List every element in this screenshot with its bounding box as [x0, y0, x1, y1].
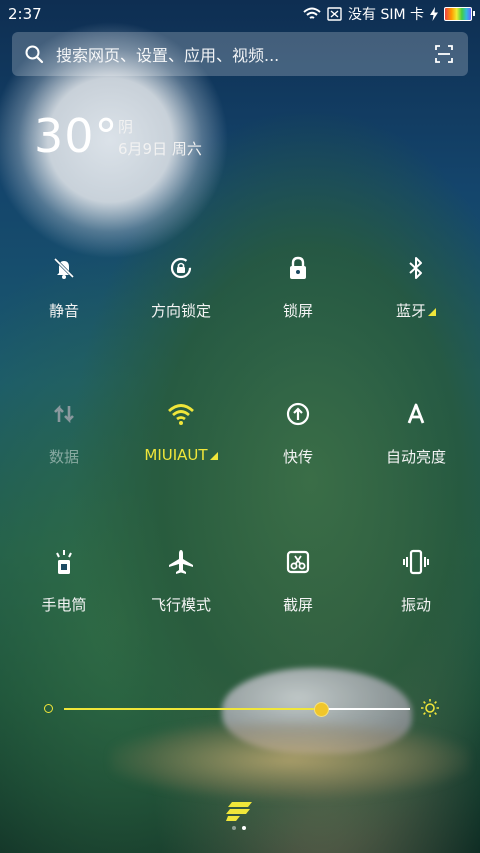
toggle-label: MIUIAUT [121, 446, 241, 464]
collapse-handle-icon[interactable] [226, 800, 254, 822]
toggle-label-text: 蓝牙 [395, 302, 426, 320]
toggle-label: 自动亮度 [385, 448, 446, 466]
status-time: 2:37 [8, 5, 42, 23]
toggle-screenshot[interactable]: 截屏 [238, 548, 358, 658]
vibrate-icon [403, 549, 429, 575]
brightness-thumb[interactable] [314, 702, 330, 717]
no-sim-icon [327, 7, 342, 21]
brightness-high-icon [421, 699, 439, 717]
toggle-label: 数据 [48, 448, 79, 466]
rotation-lock-icon [170, 257, 192, 279]
toggle-airplane-mode[interactable]: 飞行模式 [121, 548, 241, 658]
page-dot-active [242, 826, 246, 830]
toggle-label: 静音 [48, 302, 79, 320]
status-icons: 没有 SIM 卡 [303, 4, 475, 24]
more-indicator-icon [428, 308, 436, 316]
quick-transfer-icon [286, 402, 310, 426]
brightness-track[interactable] [64, 702, 410, 717]
weather-date: 6月9日 周六 [118, 140, 202, 158]
toggle-mobile-data[interactable]: 数据 [4, 400, 124, 510]
temperature: 30° [34, 109, 119, 163]
weather-widget[interactable]: 30° [34, 108, 119, 164]
toggle-lock-screen[interactable]: 锁屏 [238, 254, 358, 364]
toggle-auto-brightness[interactable]: 自动亮度 [356, 400, 476, 510]
wifi-icon [303, 7, 321, 19]
scan-icon[interactable] [434, 44, 454, 64]
flashlight-icon [56, 550, 72, 574]
toggle-label-text: MIUIAUT [144, 446, 208, 464]
lock-icon [290, 256, 306, 279]
charging-icon [430, 7, 438, 21]
weather-condition: 阴 [118, 118, 134, 136]
search-bar[interactable]: 搜索网页、设置、应用、视频... [12, 32, 468, 76]
toggle-quick-transfer[interactable]: 快传 [238, 400, 358, 510]
toggle-wifi[interactable]: MIUIAUT [121, 400, 241, 510]
toggle-bluetooth[interactable]: 蓝牙 [356, 254, 476, 364]
more-indicator-icon [209, 452, 218, 460]
page-indicator [232, 826, 246, 830]
toggle-label: 蓝牙 [356, 300, 476, 321]
search-icon [25, 45, 44, 64]
carrier-text: 没有 SIM 卡 [348, 7, 424, 23]
status-bar: 2:37 没有 SIM 卡 [0, 0, 480, 28]
weather-meta: 阴 6月9日 周六 [118, 116, 202, 160]
mute-bell-icon [53, 257, 75, 279]
toggle-rotation-lock[interactable]: 方向锁定 [121, 254, 241, 364]
toggle-label: 振动 [400, 596, 431, 614]
battery-icon [444, 7, 475, 21]
brightness-slider[interactable] [40, 696, 440, 722]
brightness-fill [64, 708, 321, 710]
wifi-icon [168, 404, 194, 425]
toggle-mute[interactable]: 静音 [4, 254, 124, 364]
airplane-icon [169, 550, 193, 574]
screenshot-icon [286, 550, 310, 574]
toggle-label: 飞行模式 [150, 596, 211, 614]
brightness-low-icon [44, 704, 53, 713]
background-ground [110, 720, 470, 800]
toggle-vibrate[interactable]: 振动 [356, 548, 476, 658]
bluetooth-icon [409, 257, 422, 279]
auto-brightness-icon [407, 403, 425, 424]
toggle-flashlight[interactable]: 手电筒 [4, 548, 124, 658]
toggle-label: 手电筒 [41, 596, 87, 614]
toggle-label: 快传 [282, 448, 313, 466]
toggle-label: 方向锁定 [150, 302, 211, 320]
toggle-label: 截屏 [282, 596, 313, 614]
toggle-label: 锁屏 [282, 302, 313, 320]
search-placeholder[interactable]: 搜索网页、设置、应用、视频... [56, 42, 434, 66]
mobile-data-icon [54, 404, 74, 424]
page-dot [232, 826, 236, 830]
